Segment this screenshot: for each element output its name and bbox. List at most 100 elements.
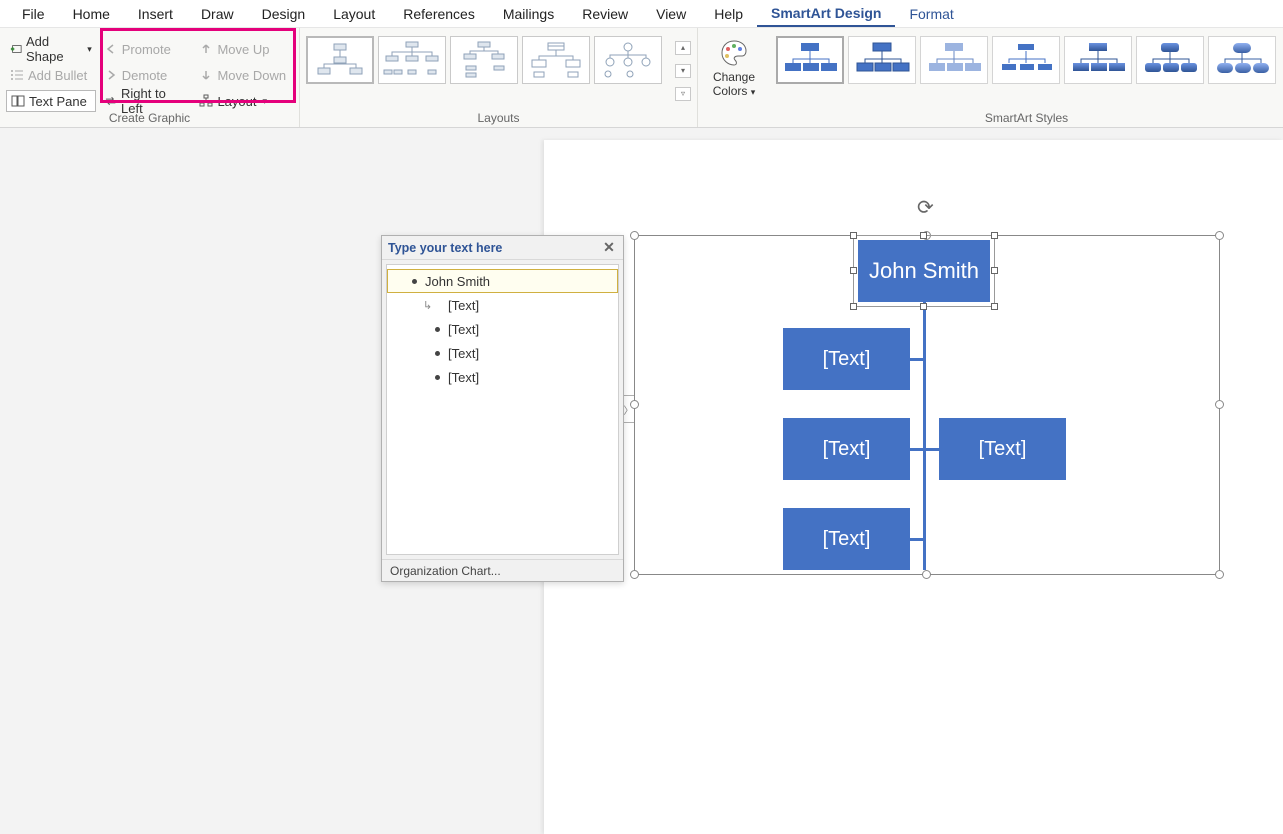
- tab-help[interactable]: Help: [700, 2, 757, 26]
- text-pane-item-text: [Text]: [448, 322, 479, 337]
- node-handle[interactable]: [920, 232, 927, 239]
- move-down-label: Move Down: [217, 68, 286, 83]
- text-pane-footer[interactable]: Organization Chart...: [382, 559, 623, 581]
- add-bullet-button[interactable]: Add Bullet: [6, 64, 96, 86]
- text-pane-label: Text Pane: [29, 94, 87, 109]
- text-pane-toggle[interactable]: Text Pane: [6, 90, 96, 112]
- hierarchy-icon: [199, 94, 213, 108]
- move-up-button[interactable]: Move Up: [195, 38, 293, 60]
- tab-file[interactable]: File: [8, 2, 59, 26]
- close-icon[interactable]: ✕: [601, 240, 617, 256]
- change-colors-label-1: Change: [713, 70, 755, 84]
- text-pane-item-1[interactable]: ↳ [Text]: [387, 293, 618, 317]
- tab-draw[interactable]: Draw: [187, 2, 248, 26]
- resize-handle-w[interactable]: [630, 400, 639, 409]
- resize-handle-e[interactable]: [1215, 400, 1224, 409]
- gallery-scroll-up[interactable]: ▴: [675, 41, 691, 55]
- text-pane-title: Type your text here: [388, 241, 502, 255]
- bullet-icon: [435, 375, 440, 380]
- resize-handle-s[interactable]: [922, 570, 931, 579]
- chevron-down-icon: ▾: [87, 44, 92, 55]
- text-pane-item-2[interactable]: [Text]: [387, 317, 618, 341]
- arrow-right-icon: [104, 68, 118, 82]
- style-thumb-6[interactable]: [1136, 36, 1204, 84]
- gallery-scroll-down[interactable]: ▾: [675, 64, 691, 78]
- resize-handle-sw[interactable]: [630, 570, 639, 579]
- styles-gallery[interactable]: [776, 32, 1277, 84]
- text-pane-item-text: [Text]: [448, 298, 479, 313]
- text-pane-item-text: [Text]: [448, 370, 479, 385]
- resize-handle-se[interactable]: [1215, 570, 1224, 579]
- style-thumb-3[interactable]: [920, 36, 988, 84]
- add-shape-icon: [10, 42, 22, 56]
- ribbon-group-styles: SmartArt Styles: [770, 28, 1283, 127]
- smartart-node-2[interactable]: [Text]: [783, 418, 910, 480]
- tab-view[interactable]: View: [642, 2, 700, 26]
- right-to-left-button[interactable]: Right to Left: [100, 90, 192, 112]
- style-thumb-5[interactable]: [1064, 36, 1132, 84]
- connector-h-2: [909, 448, 924, 451]
- demote-label: Demote: [122, 68, 168, 83]
- node-handle[interactable]: [991, 303, 998, 310]
- node-handle[interactable]: [920, 303, 927, 310]
- bullet-icon: [435, 303, 440, 308]
- menu-tab-bar: File Home Insert Draw Design Layout Refe…: [0, 0, 1283, 28]
- text-pane-body[interactable]: John Smith ↳ [Text] [Text] [Text] [Text]: [386, 264, 619, 555]
- document-workspace: 〉 Type your text here ✕ John Smith ↳ [Te…: [0, 128, 1283, 834]
- style-thumb-4[interactable]: [992, 36, 1060, 84]
- tab-references[interactable]: References: [389, 2, 489, 26]
- style-thumb-7[interactable]: [1208, 36, 1276, 84]
- text-pane: Type your text here ✕ John Smith ↳ [Text…: [381, 235, 624, 582]
- bullet-icon: [435, 327, 440, 332]
- tab-mailings[interactable]: Mailings: [489, 2, 568, 26]
- ribbon: Add Shape ▾ Add Bullet Text Pane Promote: [0, 28, 1283, 128]
- change-colors-button[interactable]: Change Colors ▾: [704, 32, 764, 104]
- tab-smartart-design[interactable]: SmartArt Design: [757, 1, 895, 27]
- layout-thumb-3[interactable]: [450, 36, 518, 84]
- tab-home[interactable]: Home: [59, 2, 124, 26]
- move-down-button[interactable]: Move Down: [195, 64, 293, 86]
- tab-format[interactable]: Format: [895, 2, 967, 26]
- tab-review[interactable]: Review: [568, 2, 642, 26]
- add-shape-button[interactable]: Add Shape ▾: [6, 38, 96, 60]
- demote-button[interactable]: Demote: [100, 64, 192, 86]
- arrow-up-icon: [199, 42, 213, 56]
- text-pane-item-4[interactable]: [Text]: [387, 365, 618, 389]
- node-handle[interactable]: [850, 232, 857, 239]
- smartart-node-1[interactable]: [Text]: [783, 328, 910, 390]
- node-handle[interactable]: [991, 232, 998, 239]
- group-label-styles: SmartArt Styles: [770, 111, 1283, 125]
- resize-handle-nw[interactable]: [630, 231, 639, 240]
- swap-icon: [104, 94, 117, 108]
- text-pane-item-text: John Smith: [425, 274, 490, 289]
- promote-button[interactable]: Promote: [100, 38, 192, 60]
- smartart-node-3[interactable]: [Text]: [939, 418, 1066, 480]
- layout-thumb-1[interactable]: [306, 36, 374, 84]
- layout-thumb-4[interactable]: [522, 36, 590, 84]
- tab-layout[interactable]: Layout: [319, 2, 389, 26]
- node-handle[interactable]: [850, 303, 857, 310]
- layout-thumb-5[interactable]: [594, 36, 662, 84]
- node-handle[interactable]: [991, 267, 998, 274]
- move-up-label: Move Up: [217, 42, 269, 57]
- tab-insert[interactable]: Insert: [124, 2, 187, 26]
- style-thumb-2[interactable]: [848, 36, 916, 84]
- tab-design[interactable]: Design: [248, 2, 320, 26]
- ribbon-group-create-graphic: Add Shape ▾ Add Bullet Text Pane Promote: [0, 28, 300, 127]
- text-pane-item-3[interactable]: [Text]: [387, 341, 618, 365]
- ribbon-group-change-colors: Change Colors ▾: [698, 28, 770, 127]
- layout-dropdown[interactable]: Layout ▾: [195, 90, 293, 112]
- resize-handle-ne[interactable]: [1215, 231, 1224, 240]
- node-handle[interactable]: [850, 267, 857, 274]
- gallery-more[interactable]: ▿: [675, 87, 691, 101]
- smartart-node-4[interactable]: [Text]: [783, 508, 910, 570]
- group-label-layouts: Layouts: [300, 111, 697, 125]
- connector-h-4: [909, 538, 924, 541]
- rotate-handle-icon[interactable]: ⟳: [917, 195, 934, 220]
- group-label-create-graphic: Create Graphic: [0, 111, 299, 125]
- layout-thumb-2[interactable]: [378, 36, 446, 84]
- layouts-gallery[interactable]: [306, 32, 671, 84]
- text-pane-item-0[interactable]: John Smith: [387, 269, 618, 293]
- arrow-left-icon: [104, 42, 118, 56]
- style-thumb-1[interactable]: [776, 36, 844, 84]
